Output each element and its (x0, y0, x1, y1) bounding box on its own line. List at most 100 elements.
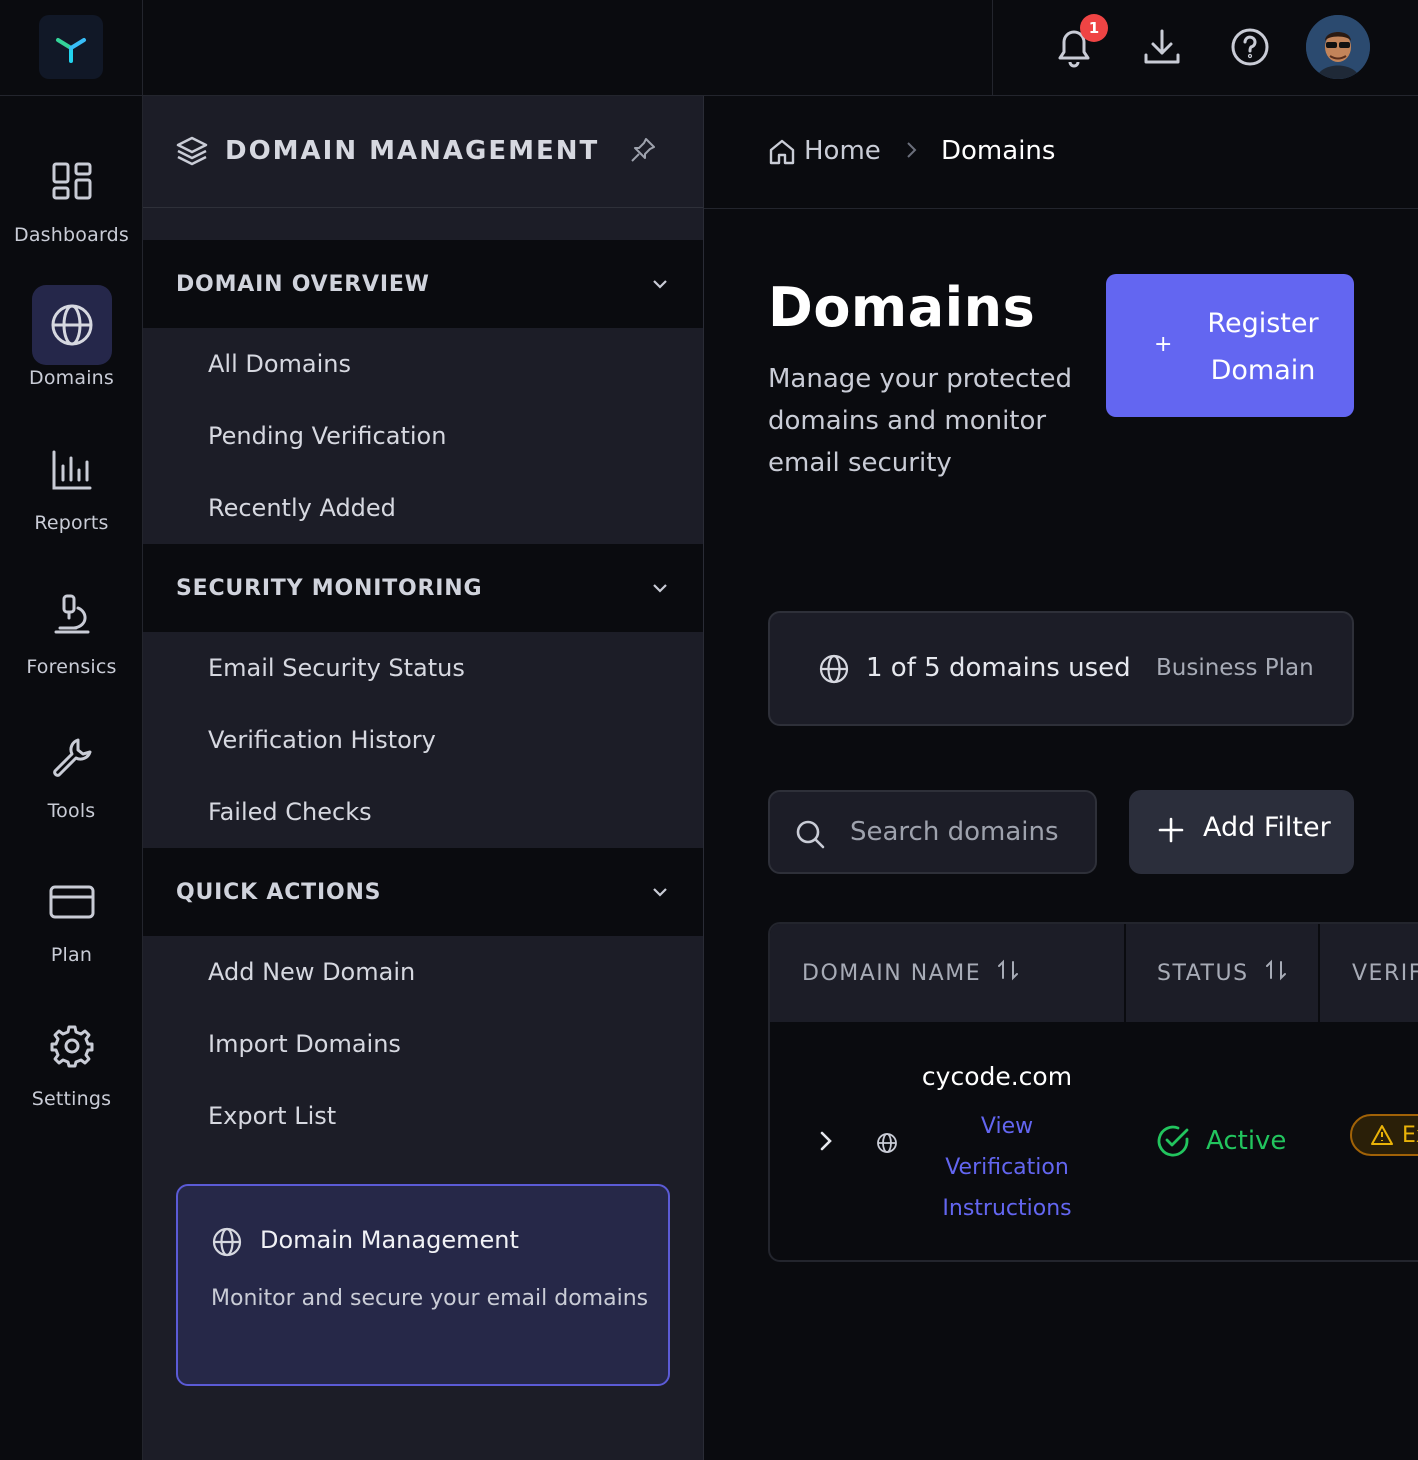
search-icon (794, 818, 826, 854)
help-icon (1231, 28, 1269, 66)
sidebar-item-import-domains[interactable]: Import Domains (208, 1030, 401, 1058)
main-content: Home Domains Domains Manage your protect… (704, 96, 1418, 1460)
register-domain-label: Register Domain (1207, 308, 1319, 386)
sort-icon (997, 959, 1019, 987)
column-header-status[interactable]: STATUS (1157, 924, 1287, 1022)
check-circle-icon (1157, 1125, 1189, 1157)
sidebar-item-pending-verification[interactable]: Pending Verification (208, 422, 446, 450)
breadcrumb-current: Domains (941, 136, 1056, 166)
rail-label: Forensics (26, 656, 117, 678)
column-divider (1124, 924, 1126, 1022)
microscope-icon (32, 574, 112, 654)
sidebar-item-recently-added[interactable]: Recently Added (208, 494, 396, 522)
page-title: Domains (768, 276, 1036, 339)
breadcrumb-home-link[interactable]: Home (804, 136, 881, 166)
sidebar-title: DOMAIN MANAGEMENT (225, 136, 600, 166)
warning-icon (1371, 1125, 1393, 1145)
register-domain-button[interactable]: + Register Domain (1106, 274, 1354, 417)
pin-icon[interactable] (629, 136, 657, 168)
plus-icon (1157, 816, 1185, 848)
sidebar-item-email-security-status[interactable]: Email Security Status (208, 654, 465, 682)
sidebar-header: DOMAIN MANAGEMENT (143, 96, 703, 208)
topbar-divider (992, 0, 993, 95)
dashboard-grid-icon (32, 142, 112, 222)
globe-icon (31, 285, 112, 365)
add-filter-button[interactable]: Add Filter (1129, 790, 1354, 874)
table-row[interactable]: cycode.com View Verification Instruction… (770, 1022, 1418, 1260)
section-domain-overview[interactable]: DOMAIN OVERVIEW (143, 240, 703, 328)
sidebar-item-failed-checks[interactable]: Failed Checks (208, 798, 372, 826)
verification-label: Ex (1402, 1122, 1418, 1148)
column-header-verification[interactable]: VERIF (1352, 924, 1418, 1022)
layers-icon (175, 134, 209, 172)
section-quick-actions[interactable]: QUICK ACTIONS (143, 848, 703, 936)
section-title: QUICK ACTIONS (176, 879, 382, 905)
page-description: Manage your protected domains and monito… (768, 364, 1072, 478)
column-divider (1318, 924, 1320, 1022)
app-logo[interactable] (39, 15, 103, 79)
status-badge: Active (1156, 1124, 1286, 1158)
rail-item-plan[interactable]: Plan (0, 862, 143, 966)
chevron-right-icon[interactable] (816, 1127, 836, 1159)
status-label: Active (1206, 1126, 1287, 1156)
domain-usage-card: 1 of 5 domains used Business Plan (768, 611, 1354, 726)
gear-icon (32, 1006, 112, 1086)
section-security-monitoring[interactable]: SECURITY MONITORING (143, 544, 703, 632)
notification-badge: 1 (1080, 14, 1108, 42)
rail-label: Settings (31, 1088, 112, 1110)
chevron-down-icon (651, 883, 669, 902)
table-header: DOMAIN NAME STATUS VERIF (770, 924, 1418, 1022)
rail-label: Plan (50, 944, 93, 966)
sidebar-item-all-domains[interactable]: All Domains (208, 350, 351, 378)
search-input[interactable] (850, 812, 1080, 852)
domains-table: DOMAIN NAME STATUS VERIF cycode.com View… (768, 922, 1418, 1262)
user-avatar-icon (1306, 15, 1370, 79)
sort-icon (1265, 959, 1287, 987)
rail-label: Tools (47, 800, 96, 822)
rail-item-forensics[interactable]: Forensics (0, 574, 143, 678)
rail-label: Dashboards (14, 224, 129, 246)
chevron-down-icon (651, 275, 669, 294)
globe-icon (818, 653, 850, 689)
sidebar-item-export-list[interactable]: Export List (208, 1102, 336, 1130)
chevron-right-icon (904, 140, 918, 164)
rail-item-domains[interactable]: Domains (0, 285, 143, 389)
chevron-down-icon (651, 579, 669, 598)
home-icon (768, 138, 796, 170)
rail-item-reports[interactable]: Reports (0, 430, 143, 534)
section-title: SECURITY MONITORING (176, 575, 483, 601)
avatar[interactable] (1306, 15, 1370, 79)
wrench-icon (32, 718, 112, 798)
column-header-domain-name[interactable]: DOMAIN NAME (802, 924, 1019, 1022)
credit-card-icon (32, 862, 112, 942)
sidebar-gap (143, 208, 703, 240)
sidebar-item-add-new-domain[interactable]: Add New Domain (208, 958, 415, 986)
domain-name: cycode.com (921, 1062, 1073, 1091)
search-box[interactable] (768, 790, 1097, 874)
breadcrumb: Home Domains (704, 96, 1418, 209)
domain-sidebar: DOMAIN MANAGEMENT DOMAIN OVERVIEW All Do… (143, 96, 704, 1460)
globe-icon (876, 1132, 898, 1158)
globe-icon (211, 1226, 243, 1262)
rail-item-dashboards[interactable]: Dashboards (0, 142, 143, 246)
rail-item-settings[interactable]: Settings (0, 1006, 143, 1110)
card-description: Monitor and secure your email domains (211, 1286, 649, 1311)
column-label: STATUS (1157, 960, 1249, 986)
section-title: DOMAIN OVERVIEW (176, 271, 430, 297)
view-verification-instructions-link[interactable]: View Verification Instructions (920, 1106, 1094, 1229)
verification-warning-badge: Ex (1350, 1114, 1418, 1156)
download-icon (1144, 29, 1180, 64)
column-label: DOMAIN NAME (802, 960, 982, 986)
plus-icon: + (1154, 332, 1173, 357)
logo-icon (56, 38, 86, 63)
download-button[interactable] (1137, 22, 1187, 72)
help-button[interactable] (1225, 22, 1275, 72)
usage-text: 1 of 5 domains used (866, 653, 1131, 683)
rail-label: Reports (34, 512, 109, 534)
sidebar-item-verification-history[interactable]: Verification History (208, 726, 436, 754)
logo-area (0, 0, 143, 96)
rail-item-tools[interactable]: Tools (0, 718, 143, 822)
add-filter-label: Add Filter (1203, 812, 1331, 843)
card-title: Domain Management (260, 1226, 519, 1254)
icon-rail: Dashboards Domains Reports Forensics Too… (0, 0, 143, 1460)
